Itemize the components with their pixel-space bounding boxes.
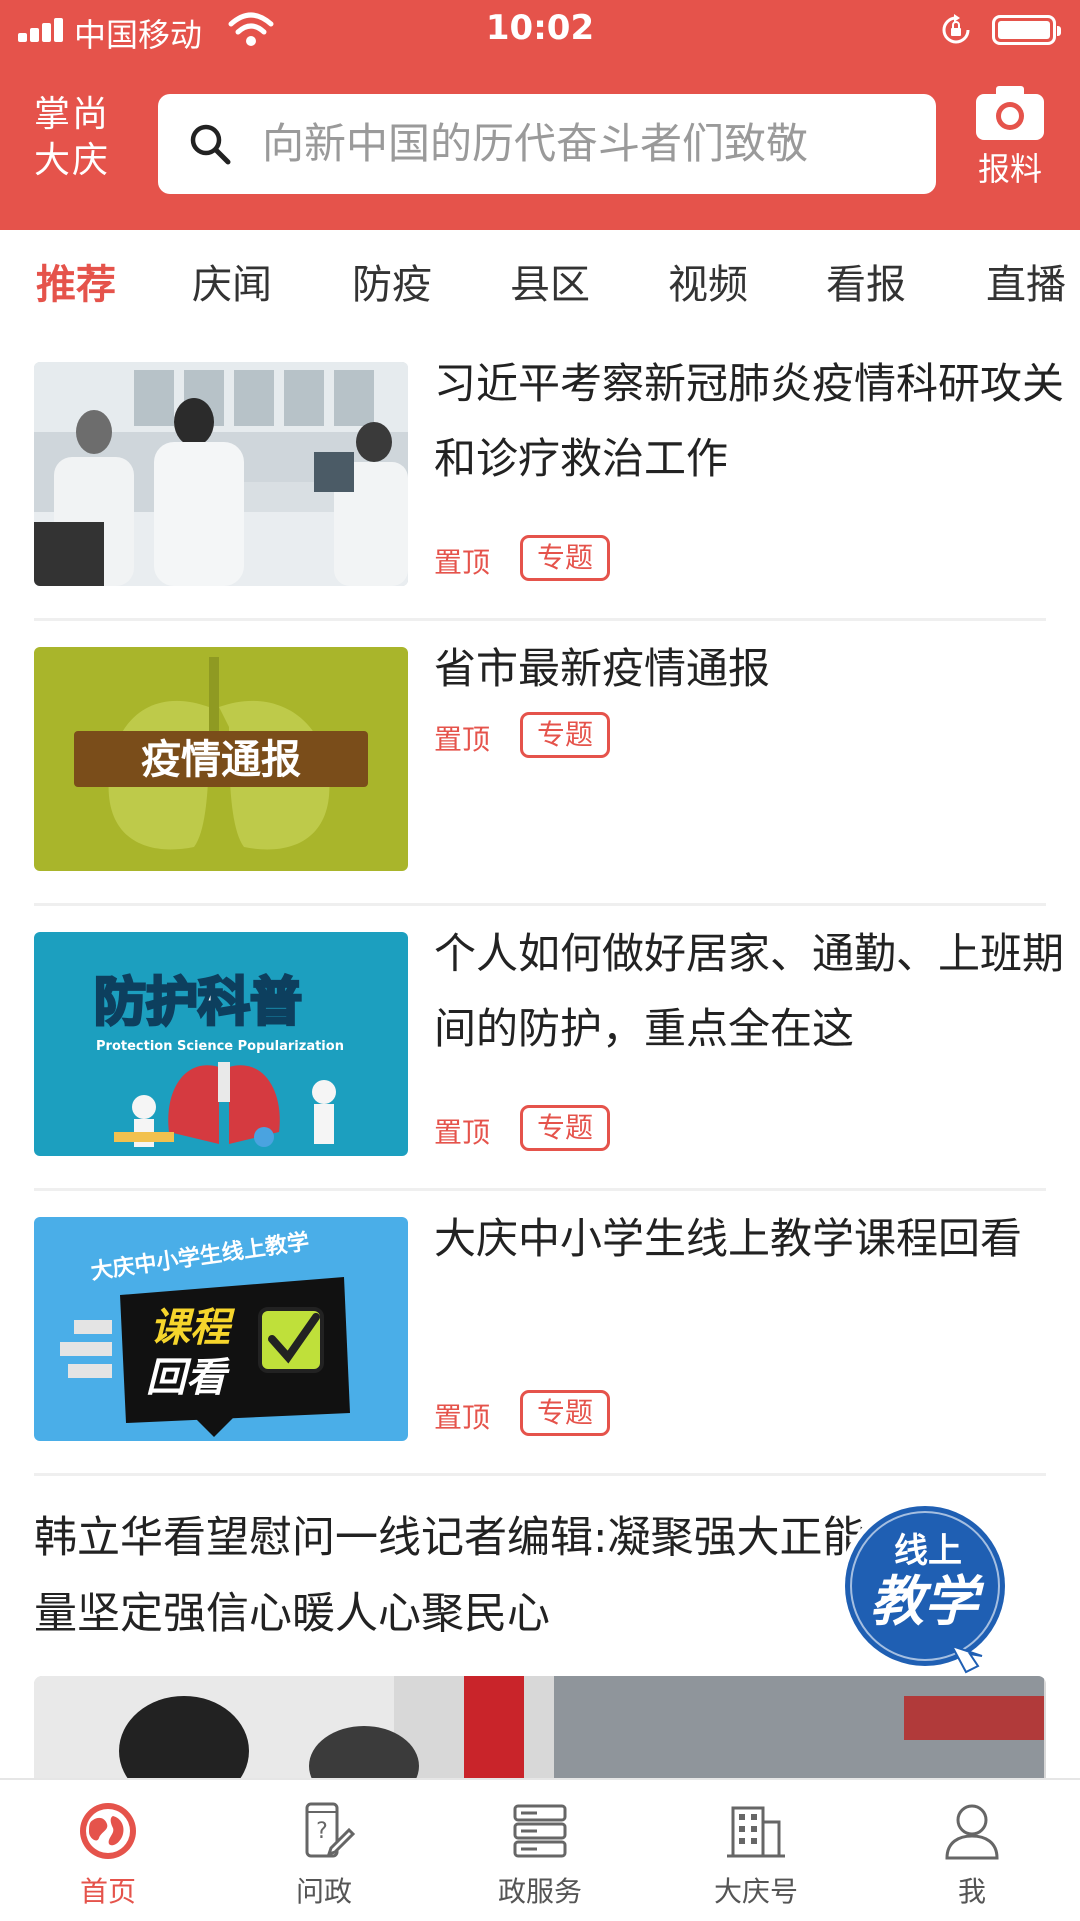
thumb-text-line2: 回看 <box>146 1355 230 1401</box>
nav-inquiry[interactable]: ? 问政 <box>216 1798 432 1910</box>
status-bar: 中国移动 10:02 <box>0 0 1080 60</box>
pinned-label: 置顶 <box>434 1401 491 1434</box>
news-thumbnail-epidemic-report: 疫情通报 <box>34 647 408 871</box>
topic-badge: 专题 <box>520 1105 610 1151</box>
nav-label: 政服务 <box>497 1875 582 1908</box>
tab-qingwen[interactable]: 庆闻 <box>192 252 272 310</box>
nav-home[interactable]: 首页 <box>0 1798 216 1910</box>
bottom-navigation: 首页 ? 问政 政服务 大庆号 我 <box>0 1778 1080 1921</box>
category-tabs: 推荐 庆闻 防疫 县区 视频 看报 直播 <box>0 230 1080 326</box>
search-input[interactable]: 向新中国的历代奋斗者们致敬 <box>158 94 936 194</box>
nav-daqing-account[interactable]: 大庆号 <box>648 1798 864 1910</box>
person-icon <box>945 1804 999 1860</box>
news-item[interactable]: 习近平考察新冠肺炎疫情科研攻关和诊疗救治工作 置顶 专题 <box>34 336 1064 621</box>
tab-newspaper[interactable]: 看报 <box>826 252 906 310</box>
thumb-text: 防护科普 <box>94 973 302 1033</box>
news-title: 大庆中小学生线上教学课程回看 <box>434 1214 1023 1263</box>
nav-gov-service[interactable]: 政服务 <box>432 1798 648 1910</box>
nav-label: 我 <box>957 1875 986 1908</box>
building-icon <box>727 1806 785 1858</box>
status-time: 10:02 <box>485 8 595 48</box>
news-title-large[interactable]: 韩立华看望慰问一线记者编辑:凝聚强大正能量坚定强信心暖人心聚民心 <box>34 1500 874 1652</box>
tab-counties[interactable]: 县区 <box>510 252 590 310</box>
search-icon <box>190 124 231 165</box>
globe-icon <box>80 1803 136 1859</box>
tab-epidemic[interactable]: 防疫 <box>352 252 432 310</box>
tab-recommend[interactable]: 推荐 <box>36 252 116 310</box>
pinned-label: 置顶 <box>434 723 491 756</box>
svg-text:?: ? <box>316 1819 328 1844</box>
camera-icon <box>976 86 1044 140</box>
report-button[interactable]: 报料 <box>960 84 1060 190</box>
server-stack-icon <box>513 1804 567 1858</box>
news-title: 省市最新疫情通报 <box>434 644 771 693</box>
thumb-text-line1: 课程 <box>150 1305 236 1351</box>
brand-logo-text: 掌尚 大庆 <box>34 94 111 181</box>
nav-me[interactable]: 我 <box>864 1798 1080 1910</box>
app-header: 中国移动 10:02 掌尚 大庆 向新中国的历代奋斗者们致敬 报料 <box>0 0 1080 230</box>
thumb-text: 疫情通报 <box>141 737 301 783</box>
news-item[interactable]: 防护科普 Protection Science Popularization 个… <box>34 906 1064 1191</box>
thumb-subtext: Protection Science Popularization <box>96 1039 344 1054</box>
news-thumbnail-protection-science: 防护科普 Protection Science Popularization <box>34 932 408 1156</box>
tab-live[interactable]: 直播 <box>986 252 1066 310</box>
topic-badge: 专题 <box>520 712 610 758</box>
news-title: 习近平考察新冠肺炎疫情科研攻关和诊疗救治工作 <box>434 359 1065 483</box>
news-item[interactable]: 疫情通报 省市最新疫情通报 置顶 专题 <box>34 621 1046 906</box>
rotation-lock-icon <box>942 14 970 44</box>
topic-badge: 专题 <box>520 1390 610 1436</box>
battery-icon <box>992 15 1061 45</box>
float-badge-line1: 线上 <box>894 1531 962 1571</box>
nav-label: 大庆号 <box>713 1875 798 1908</box>
phone-question-icon: ? <box>305 1802 356 1858</box>
report-label: 报料 <box>977 150 1042 188</box>
news-title: 个人如何做好居家、通勤、上班期间的防护，重点全在这 <box>434 929 1065 1053</box>
news-item[interactable]: 大庆中小学生线上教学 课程 回看 大庆中小学生线上教学课程回看 置顶 专题 <box>34 1191 1046 1476</box>
news-thumbnail-lab-photo <box>34 362 408 586</box>
pinned-label: 置顶 <box>434 546 491 579</box>
news-thumbnail-course-review: 大庆中小学生线上教学 课程 回看 <box>34 1217 408 1441</box>
tab-video[interactable]: 视频 <box>668 252 748 310</box>
nav-label: 首页 <box>79 1875 136 1908</box>
pinned-label: 置顶 <box>434 1116 491 1149</box>
topic-badge: 专题 <box>520 535 610 581</box>
online-teaching-float-button[interactable]: 线上 教学 <box>832 1496 1018 1682</box>
float-badge-line2: 教学 <box>870 1569 985 1633</box>
search-placeholder: 向新中国的历代奋斗者们致敬 <box>262 119 809 168</box>
news-large-image[interactable] <box>34 1676 1046 1780</box>
nav-label: 问政 <box>295 1875 352 1908</box>
